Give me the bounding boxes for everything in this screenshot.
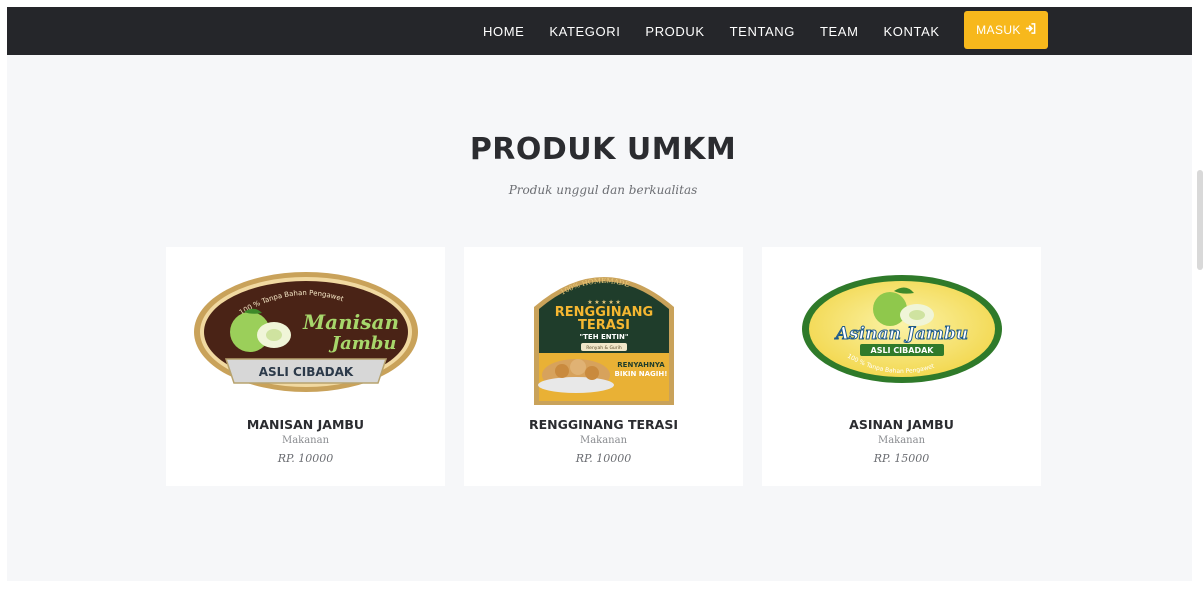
nav-link-team[interactable]: TEAM [820,24,859,39]
label-slogan-2: BIKIN NAGIH! [615,370,668,378]
section-title: PRODUK UMKM [469,132,737,167]
product-price: RP. 10000 [277,452,334,465]
label-brand-line2: TERASI [578,318,630,333]
label-brand-line2: Jambu [329,333,397,354]
login-button-label: MASUK [976,23,1021,37]
nav-link-produk[interactable]: PRODUK [645,24,704,39]
product-card-rengginang-terasi[interactable]: 100% HOMEMADE ★ ★ ★ ★ ★ RENGGINANG TERAS… [464,247,743,486]
product-category: Makanan [281,435,330,446]
product-card-asinan-jambu[interactable]: Asinan Jambu ASLI CIBADAK 100 % Tanpa Ba… [762,247,1041,486]
label-maker: "TEH ENTIN" [579,333,628,341]
login-button[interactable]: MASUK [964,11,1048,49]
label-brand-line1: Manisan [302,310,399,334]
navbar: HOME KATEGORI PRODUK TENTANG TEAM KONTAK… [7,7,1192,55]
product-name[interactable]: ASINAN JAMBU [762,417,1041,432]
nav-link-tentang[interactable]: TENTANG [730,24,795,39]
nav-link-home[interactable]: HOME [483,24,524,39]
product-price: RP. 10000 [575,452,632,465]
label-banner: ASLI CIBADAK [871,346,935,355]
product-image-asinan-jambu: Asinan Jambu ASLI CIBADAK 100 % Tanpa Ba… [802,275,1002,383]
product-name[interactable]: RENGGINANG TERASI [464,417,743,432]
label-banner: ASLI CIBADAK [259,365,354,379]
section-subtitle: Produk unggul dan berkualitas [508,183,698,197]
label-slogan-1: RENYAHNYA [617,361,665,369]
nav-link-kontak[interactable]: KONTAK [884,24,940,39]
nav-links: HOME KATEGORI PRODUK TENTANG TEAM KONTAK [483,7,965,55]
nav-link-kategori[interactable]: KATEGORI [549,24,620,39]
product-price: RP. 15000 [873,452,930,465]
products-section: PRODUK UMKM Produk unggul dan berkualita… [7,55,1192,581]
label-tag: Renyah & Gurih [586,345,622,351]
product-image-manisan-jambu: 100 % Tanpa Bahan Pengawet Manisan Jambu… [194,272,418,392]
product-category: Makanan [877,435,926,446]
scrollbar-thumb[interactable] [1197,170,1203,270]
product-card-manisan-jambu[interactable]: 100 % Tanpa Bahan Pengawet Manisan Jambu… [166,247,445,486]
product-image-rengginang-terasi: 100% HOMEMADE ★ ★ ★ ★ ★ RENGGINANG TERAS… [534,277,674,405]
product-name[interactable]: MANISAN JAMBU [166,417,445,432]
sign-in-icon [1025,23,1036,37]
label-brand: Asinan Jambu [834,324,968,344]
product-category: Makanan [579,435,628,446]
